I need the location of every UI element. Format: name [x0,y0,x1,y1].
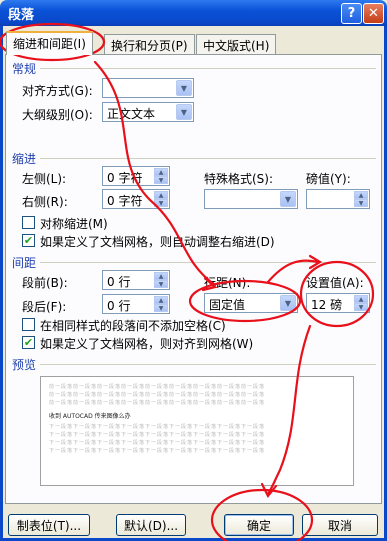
mirror-indent-checkbox[interactable] [22,216,35,229]
spin-down-icon[interactable]: ▼ [354,303,368,311]
space-before-label: 段前(B): [22,276,68,290]
preview-next-line: 下一段落下一段落下一段落下一段落下一段落下一段落下一段落下一段落下一段落 [49,432,266,437]
by-value-label: 磅值(Y): [306,172,351,186]
chevron-down-icon[interactable]: ▼ [176,80,192,96]
tab-line-page-breaks[interactable]: 换行和分页(P) [104,34,195,54]
left-indent-label: 左侧(L): [22,172,67,186]
spin-up-icon[interactable]: ▲ [154,296,168,304]
preview-sample-text: 收到 AUTOCAD 传来图像么办 [49,413,131,420]
tab-asian-typography[interactable]: 中文版式(H) [196,34,277,54]
spin-up-icon[interactable]: ▲ [154,272,168,280]
divider [40,158,376,159]
chevron-down-icon[interactable]: ▼ [280,191,296,207]
spin-down-icon[interactable]: ▼ [154,280,168,288]
snap-grid-checkbox[interactable]: ✔ [22,336,35,349]
spin-up-icon[interactable]: ▲ [354,191,368,199]
alignment-label: 对齐方式(G): [22,84,93,98]
right-indent-label: 右侧(R): [22,195,68,209]
preview-next-line: 下一段落下一段落下一段落下一段落下一段落下一段落下一段落下一段落下一段落 [49,424,266,429]
space-before-value: 0 行 [107,275,131,289]
special-format-label: 特殊格式(S): [204,172,274,186]
default-button[interactable]: 默认(D)... [116,514,186,536]
space-after-label: 段后(F): [22,300,67,314]
close-button[interactable]: ✕ [363,3,384,24]
no-space-label: 在相同样式的段落间不添加空格(C) [40,319,226,333]
tab-indent-spacing[interactable]: 缩进和间距(I) [6,31,93,55]
divider [40,68,376,69]
line-spacing-select[interactable]: 固定值 ▼ [204,293,298,313]
auto-adjust-label: 如果定义了文档网格，则自动调整右缩进(D) [40,235,275,249]
cancel-button[interactable]: 取消 [302,514,378,536]
spin-up-icon[interactable]: ▲ [354,295,368,303]
outline-level-label: 大纲级别(O): [22,108,93,122]
section-preview: 预览 [12,358,37,372]
at-value-label: 设置值(A): [306,276,364,290]
preview-prev-line: 前一段落前一段落前一段落前一段落前一段落前一段落前一段落前一段落前一段落 [49,392,266,397]
section-indent: 缩进 [12,152,37,166]
preview-pane: 前一段落前一段落前一段落前一段落前一段落前一段落前一段落前一段落前一段落 前一段… [40,376,354,486]
section-spacing: 间距 [12,256,37,270]
chevron-down-icon[interactable]: ▼ [280,295,296,311]
outline-level-value: 正文文本 [107,107,156,121]
left-indent-spinner[interactable]: 0 字符 ▲ ▼ [102,166,170,186]
section-general: 常规 [12,62,37,76]
space-after-value: 0 行 [107,299,131,313]
right-indent-spinner[interactable]: 0 字符 ▲ ▼ [102,189,170,209]
spin-down-icon[interactable]: ▼ [354,199,368,207]
help-button[interactable]: ? [341,3,362,24]
dialog-title: 段落 [8,8,35,23]
preview-prev-line: 前一段落前一段落前一段落前一段落前一段落前一段落前一段落前一段落前一段落 [49,400,266,405]
right-indent-value: 0 字符 [107,194,143,208]
chevron-down-icon[interactable]: ▼ [176,104,192,120]
special-format-select[interactable]: ▼ [204,189,298,209]
at-value: 12 磅 [311,298,343,312]
by-value-spinner[interactable]: ▲ ▼ [306,189,370,209]
spin-down-icon[interactable]: ▼ [154,176,168,184]
divider [40,262,376,263]
spin-up-icon[interactable]: ▲ [154,191,168,199]
spin-down-icon[interactable]: ▼ [154,304,168,312]
auto-adjust-checkbox[interactable]: ✔ [22,234,35,247]
title-bar: 段落 ? ✕ [0,0,387,26]
alignment-select[interactable]: ▼ [102,78,194,98]
line-spacing-value: 固定值 [209,298,246,312]
tabs-button[interactable]: 制表位(T)... [8,514,90,536]
line-spacing-label: 行距(N): [204,276,251,290]
left-indent-value: 0 字符 [107,171,143,185]
at-value-spinner[interactable]: 12 磅 ▲ ▼ [306,293,370,313]
snap-grid-label: 如果定义了文档网格，则对齐到网格(W) [40,337,254,351]
ok-button[interactable]: 确定 [224,514,294,536]
spin-up-icon[interactable]: ▲ [154,168,168,176]
preview-next-line: 下一段落下一段落下一段落下一段落下一段落下一段落下一段落下一段落下一段落 [49,440,266,445]
outline-level-select[interactable]: 正文文本 ▼ [102,102,194,122]
spin-down-icon[interactable]: ▼ [154,199,168,207]
mirror-indent-label: 对称缩进(M) [40,217,108,231]
space-before-spinner[interactable]: 0 行 ▲ ▼ [102,270,170,290]
preview-next-line: 下一段落下一段落下一段落下一段落下一段落下一段落下一段落下一段落下一段落 [49,448,266,453]
divider [40,364,376,365]
no-space-checkbox[interactable] [22,318,35,331]
space-after-spinner[interactable]: 0 行 ▲ ▼ [102,294,170,314]
preview-prev-line: 前一段落前一段落前一段落前一段落前一段落前一段落前一段落前一段落前一段落 [49,384,266,389]
